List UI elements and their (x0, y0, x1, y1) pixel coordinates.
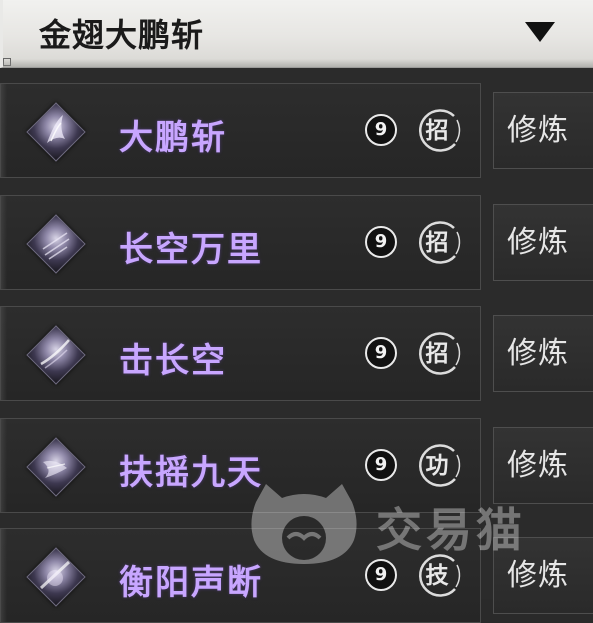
skill-card[interactable]: 扶摇九天 9 功 (0, 418, 481, 513)
train-button[interactable]: 修炼 (493, 427, 593, 504)
train-button[interactable]: 修炼 (493, 537, 593, 614)
skill-type-badge: 功 (410, 441, 464, 491)
dropdown-arrow-icon[interactable] (525, 22, 555, 42)
skill-icon (26, 437, 86, 497)
skill-card[interactable]: 长空万里 9 招 (0, 195, 481, 290)
skill-name: 大鹏斩 (119, 118, 227, 158)
skill-name: 击长空 (119, 341, 227, 381)
skill-list: 大鹏斩 9 招 修炼 长空万里 9 招 修炼 击长空 9 招 修炼 扶摇九天 9… (0, 68, 593, 623)
skill-level-badge: 9 (365, 226, 397, 258)
train-button[interactable]: 修炼 (493, 315, 593, 392)
skill-dropdown-header[interactable]: 金翅大鹏斩 (0, 0, 593, 68)
skill-icon (26, 214, 86, 274)
skill-level-badge: 9 (365, 337, 397, 369)
skill-group-title: 金翅大鹏斩 (39, 16, 205, 54)
skill-card[interactable]: 击长空 9 招 (0, 306, 481, 401)
skill-row: 扶摇九天 9 功 修炼 (0, 418, 593, 513)
train-button[interactable]: 修炼 (493, 92, 593, 169)
skill-type-label: 招 (425, 340, 449, 367)
skill-type-label: 功 (425, 452, 449, 479)
skill-row: 长空万里 9 招 修炼 (0, 195, 593, 290)
train-button[interactable]: 修炼 (493, 204, 593, 281)
skill-card[interactable]: 大鹏斩 9 招 (0, 83, 481, 178)
skill-type-badge: 招 (410, 106, 464, 156)
skill-name: 长空万里 (119, 230, 263, 270)
skill-type-badge: 技 (410, 551, 464, 601)
skill-type-badge: 招 (410, 329, 464, 379)
skill-type-badge: 招 (410, 218, 464, 268)
skill-icon (26, 102, 86, 162)
skill-row: 大鹏斩 9 招 修炼 (0, 83, 593, 178)
skill-icon (26, 547, 86, 607)
skill-type-label: 技 (425, 562, 449, 589)
skill-level-badge: 9 (365, 559, 397, 591)
skill-name: 扶摇九天 (119, 453, 263, 493)
skill-card[interactable]: 衡阳声断 9 技 (0, 528, 481, 623)
skill-row: 击长空 9 招 修炼 (0, 306, 593, 401)
skill-level-badge: 9 (365, 114, 397, 146)
skill-level-badge: 9 (365, 449, 397, 481)
skill-icon (26, 325, 86, 385)
skill-type-label: 招 (425, 117, 449, 144)
skill-name: 衡阳声断 (119, 563, 263, 603)
skill-row: 衡阳声断 9 技 修炼 (0, 528, 593, 623)
corner-mark-icon (3, 58, 11, 66)
skill-type-label: 招 (425, 229, 449, 256)
